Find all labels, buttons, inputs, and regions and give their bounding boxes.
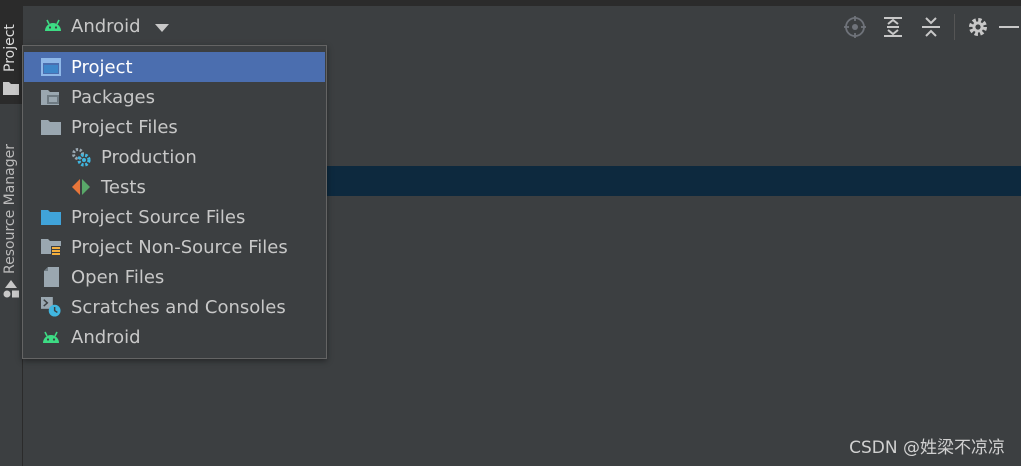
left-tool-stripe: Project Resource Manager [0,0,23,466]
production-gear-icon [71,147,91,167]
android-icon [41,327,61,347]
file-icon [41,267,61,287]
view-dropdown-menu: Project Packages Project Files Productio… [22,45,327,359]
menu-item-label: Tests [101,176,146,198]
packages-icon [41,87,61,107]
menu-item-label: Android [71,326,141,348]
menu-item-production[interactable]: Production [24,142,325,172]
shapes-icon [3,280,19,302]
watermark: CSDN @姓梁不凉凉 [849,438,1005,458]
menu-item-label: Project Source Files [71,206,246,228]
menu-item-label: Production [101,146,197,168]
folder-icon [3,80,19,99]
header-toolbar [836,14,1021,40]
menu-item-project-source-files[interactable]: Project Source Files [24,202,325,232]
menu-item-label: Packages [71,86,155,108]
menu-item-label: Scratches and Consoles [71,296,286,318]
locate-icon[interactable] [836,14,874,40]
menu-item-project-non-source-files[interactable]: Project Non-Source Files [24,232,325,262]
scratches-icon [41,297,61,317]
menu-item-open-files[interactable]: Open Files [24,262,325,292]
menu-item-label: Project Non-Source Files [71,236,288,258]
menu-item-project-files[interactable]: Project Files [24,112,325,142]
menu-item-label: Open Files [71,266,165,288]
gear-icon[interactable] [959,14,997,40]
menu-item-project[interactable]: Project [24,52,325,82]
view-selector-label: Android [71,16,141,37]
view-selector[interactable]: Android [43,16,169,37]
tab-project[interactable]: Project [0,0,22,104]
menu-item-label: Project Files [71,116,178,138]
menu-item-scratches-and-consoles[interactable]: Scratches and Consoles [24,292,325,322]
menu-item-android[interactable]: Android [24,322,325,352]
tests-icon [71,177,91,197]
android-icon [43,17,63,36]
tool-window-header: Android [23,6,1021,46]
menu-item-label: Project [71,56,133,78]
menu-item-tests[interactable]: Tests [24,172,325,202]
tab-resource-manager[interactable]: Resource Manager [0,126,22,304]
toolbar-separator [954,14,955,40]
tab-project-label: Project [2,24,18,72]
folder-icon [41,117,61,137]
project-window-icon [41,57,61,77]
source-folder-icon [41,207,61,227]
non-source-folder-icon [41,237,61,257]
menu-item-packages[interactable]: Packages [24,82,325,112]
hide-icon[interactable] [997,14,1021,40]
collapse-all-icon[interactable] [912,14,950,40]
chevron-down-icon [154,17,169,36]
expand-all-icon[interactable] [874,14,912,40]
tab-resource-manager-label: Resource Manager [2,143,18,274]
